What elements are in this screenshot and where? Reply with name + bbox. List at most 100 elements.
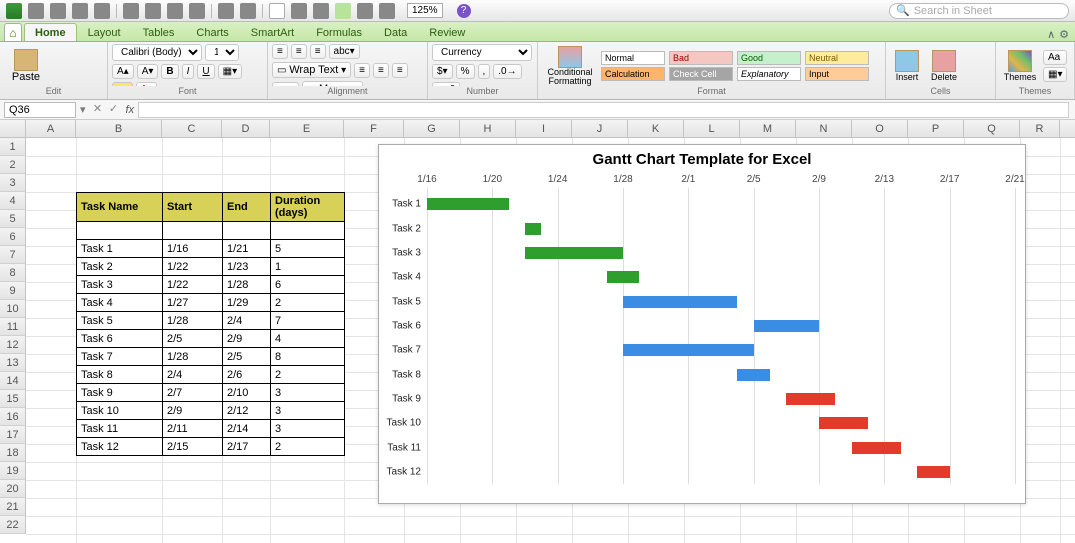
table-cell[interactable]: 3 <box>271 402 345 420</box>
task-table[interactable]: Task NameStartEndDuration (days)Task 11/… <box>76 192 345 456</box>
cell-styles-gallery[interactable]: NormalBadGoodNeutralCalculationCheck Cel… <box>601 51 871 81</box>
grow-font-button[interactable]: A▴ <box>112 64 134 79</box>
tab-tables[interactable]: Tables <box>132 23 186 41</box>
table-cell[interactable]: 2/4 <box>163 366 223 384</box>
conditional-formatting-button[interactable]: Conditional Formatting <box>542 44 598 86</box>
row-header-2[interactable]: 2 <box>0 156 26 174</box>
table-row[interactable]: Task 21/221/231 <box>77 258 345 276</box>
currency-button[interactable]: $▾ <box>432 64 453 79</box>
filter-icon[interactable] <box>313 3 329 19</box>
worksheet[interactable]: ABCDEFGHIJKLMNOPQR 123456789101112131415… <box>0 120 1075 543</box>
table-cell[interactable]: 5 <box>271 240 345 258</box>
paste-icon[interactable] <box>167 3 183 19</box>
help-icon[interactable]: ? <box>457 4 471 18</box>
gantt-bar[interactable] <box>623 296 737 308</box>
row-header-7[interactable]: 7 <box>0 246 26 264</box>
search-input[interactable]: 🔍 Search in Sheet <box>889 3 1069 19</box>
table-cell[interactable]: Task 10 <box>77 402 163 420</box>
tab-home[interactable]: Home <box>24 23 77 41</box>
table-row[interactable]: Task 11/161/215 <box>77 240 345 258</box>
align-bottom-button[interactable]: ≡ <box>310 44 326 59</box>
align-center-button[interactable]: ≡ <box>373 63 389 78</box>
table-cell[interactable]: 1/28 <box>223 276 271 294</box>
table-cell[interactable]: 2/10 <box>223 384 271 402</box>
row-header-18[interactable]: 18 <box>0 444 26 462</box>
row-header-12[interactable]: 12 <box>0 336 26 354</box>
table-cell[interactable]: 2/5 <box>223 348 271 366</box>
theme-fonts-button[interactable]: Aa <box>1043 50 1067 65</box>
row-header-3[interactable]: 3 <box>0 174 26 192</box>
table-cell[interactable]: 2/9 <box>163 402 223 420</box>
insert-cells-button[interactable]: Insert <box>890 44 924 86</box>
table-cell[interactable]: Task 3 <box>77 276 163 294</box>
table-cell[interactable]: 2 <box>271 438 345 456</box>
tab-charts[interactable]: Charts <box>185 23 239 41</box>
row-header-15[interactable]: 15 <box>0 390 26 408</box>
tab-smartart[interactable]: SmartArt <box>240 23 305 41</box>
col-header-I[interactable]: I <box>516 120 572 137</box>
tab-layout[interactable]: Layout <box>77 23 132 41</box>
table-cell[interactable]: 1/21 <box>223 240 271 258</box>
gantt-bar[interactable] <box>525 247 623 259</box>
table-cell[interactable]: 2/9 <box>223 330 271 348</box>
save-icon[interactable] <box>72 3 88 19</box>
theme-colors-button[interactable]: ▦▾ <box>1043 67 1067 82</box>
table-row[interactable]: Task 122/152/172 <box>77 438 345 456</box>
gantt-bar[interactable] <box>607 271 640 283</box>
col-header-A[interactable]: A <box>26 120 76 137</box>
home-icon-tab[interactable] <box>4 23 22 41</box>
format-painter-icon[interactable] <box>189 3 205 19</box>
table-cell[interactable]: 2/7 <box>163 384 223 402</box>
col-header-H[interactable]: H <box>460 120 516 137</box>
align-right-button[interactable]: ≡ <box>392 63 408 78</box>
cut-icon[interactable] <box>123 3 139 19</box>
col-header-J[interactable]: J <box>572 120 628 137</box>
table-cell[interactable]: 2/11 <box>163 420 223 438</box>
border-button[interactable]: ▦▾ <box>218 64 242 79</box>
percent-button[interactable]: % <box>456 64 475 79</box>
name-box-dropdown-icon[interactable]: ▾ <box>80 103 86 116</box>
accept-formula-icon[interactable]: ✓ <box>106 102 122 118</box>
paste-button[interactable]: Paste <box>4 44 48 86</box>
cell-style-input[interactable]: Input <box>805 67 869 81</box>
table-cell[interactable]: Task 4 <box>77 294 163 312</box>
table-cell[interactable]: Task 11 <box>77 420 163 438</box>
gantt-bar[interactable] <box>852 442 901 454</box>
table-cell[interactable]: 1/28 <box>163 348 223 366</box>
font-size-select[interactable]: 12 <box>205 44 239 61</box>
table-cell[interactable]: Task 7 <box>77 348 163 366</box>
row-header-4[interactable]: 4 <box>0 192 26 210</box>
table-row[interactable] <box>77 222 345 240</box>
table-cell[interactable]: Task 1 <box>77 240 163 258</box>
table-row[interactable]: Task 31/221/286 <box>77 276 345 294</box>
table-row[interactable]: Task 112/112/143 <box>77 420 345 438</box>
cell-style-check-cell[interactable]: Check Cell <box>669 67 733 81</box>
table-row[interactable]: Task 102/92/123 <box>77 402 345 420</box>
table-cell[interactable]: 7 <box>271 312 345 330</box>
table-cell[interactable]: 1/16 <box>163 240 223 258</box>
italic-button[interactable]: I <box>182 64 195 79</box>
ribbon-expand-icon[interactable]: ∧ <box>1047 28 1055 41</box>
row-header-5[interactable]: 5 <box>0 210 26 228</box>
table-cell[interactable]: 1 <box>271 258 345 276</box>
table-cell[interactable]: 1/22 <box>163 276 223 294</box>
gantt-bar[interactable] <box>786 393 835 405</box>
bold-button[interactable]: B <box>161 64 178 79</box>
wrap-text-button[interactable]: ▭ Wrap Text ▾ <box>272 62 351 78</box>
col-header-P[interactable]: P <box>908 120 964 137</box>
cell-style-explanatory-[interactable]: Explanatory … <box>737 67 801 81</box>
table-row[interactable]: Task 82/42/62 <box>77 366 345 384</box>
gantt-bar[interactable] <box>427 198 509 210</box>
tab-formulas[interactable]: Formulas <box>305 23 373 41</box>
row-header-13[interactable]: 13 <box>0 354 26 372</box>
cancel-formula-icon[interactable]: ✕ <box>90 102 106 118</box>
row-header-16[interactable]: 16 <box>0 408 26 426</box>
table-cell[interactable]: 2/14 <box>223 420 271 438</box>
col-header-D[interactable]: D <box>222 120 270 137</box>
increase-decimal-button[interactable]: .0→ <box>493 64 521 79</box>
table-cell[interactable]: 2 <box>271 366 345 384</box>
col-header-Q[interactable]: Q <box>964 120 1020 137</box>
gantt-bar[interactable] <box>623 344 754 356</box>
open-icon[interactable] <box>50 3 66 19</box>
workbook-icon[interactable] <box>28 3 44 19</box>
